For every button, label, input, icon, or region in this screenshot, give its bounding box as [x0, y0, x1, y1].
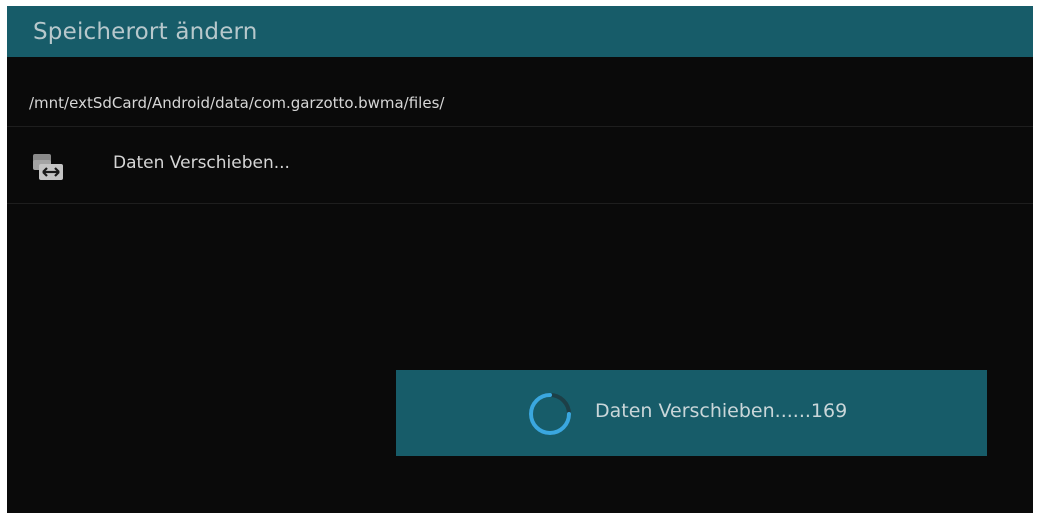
storage-path-row: /mnt/extSdCard/Android/data/com.garzotto…: [7, 84, 1033, 127]
loading-spinner-icon: [526, 390, 574, 438]
android-screen: Speicherort ändern /mnt/extSdCard/Androi…: [7, 6, 1033, 513]
progress-dialog: Daten Verschieben......169: [396, 370, 987, 456]
move-data-label: Daten Verschieben...: [113, 153, 290, 173]
dialog-title: Speicherort ändern: [33, 18, 258, 45]
title-bar: Speicherort ändern: [7, 6, 1033, 57]
storage-path: /mnt/extSdCard/Android/data/com.garzotto…: [29, 94, 445, 112]
move-data-item[interactable]: Daten Verschieben...: [7, 127, 1033, 204]
progress-text: Daten Verschieben......169: [595, 400, 848, 422]
move-data-icon: [31, 152, 65, 182]
